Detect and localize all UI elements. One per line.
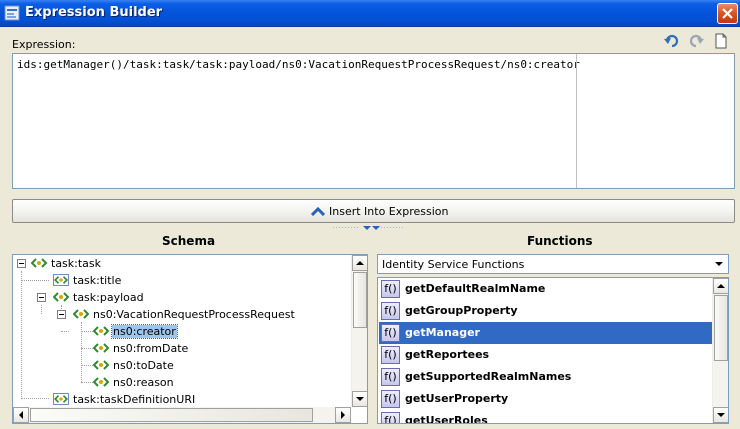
insert-button-label: Insert Into Expression xyxy=(329,205,449,218)
window-title: Expression Builder xyxy=(25,5,163,20)
function-item[interactable]: f() getReportees xyxy=(379,344,713,366)
tree-node-selected[interactable]: ns0:creator xyxy=(13,323,349,340)
function-icon: f() xyxy=(381,346,400,364)
function-label: getUserProperty xyxy=(405,392,509,405)
function-icon: f() xyxy=(381,368,400,386)
function-label: getDefaultRealmName xyxy=(405,282,546,295)
expression-margin-divider xyxy=(576,54,577,188)
function-label: getGroupProperty xyxy=(405,304,518,317)
title-bar: Expression Builder xyxy=(0,0,740,27)
xml-element-icon xyxy=(31,258,47,268)
collapse-toggle[interactable] xyxy=(37,293,46,302)
scroll-right-button[interactable] xyxy=(335,407,351,423)
function-item[interactable]: f() getSupportedRealmNames xyxy=(379,366,713,388)
chevron-down-icon xyxy=(356,397,364,401)
xml-element-icon xyxy=(93,326,109,336)
tree-node[interactable]: task:title xyxy=(13,272,349,289)
xml-element-icon xyxy=(53,393,69,405)
expression-value: ids:getManager()/task:task/task:payload/… xyxy=(17,58,580,71)
functions-vertical-scrollbar[interactable] xyxy=(712,278,728,423)
function-item[interactable]: f() getGroupProperty xyxy=(379,300,713,322)
schema-tree[interactable]: task:task task:title task:payload ns0:Va… xyxy=(12,254,368,424)
close-icon xyxy=(722,8,733,19)
chevron-up-icon xyxy=(311,206,325,216)
insert-into-expression-button[interactable]: Insert Into Expression xyxy=(12,199,735,223)
xml-element-icon xyxy=(53,274,69,286)
function-label: getReportees xyxy=(405,348,490,361)
tree-node[interactable]: task:payload xyxy=(13,289,349,306)
expression-label: Expression: xyxy=(12,38,76,51)
schema-vertical-scrollbar[interactable] xyxy=(351,255,367,407)
functions-heading: Functions xyxy=(527,234,593,248)
function-icon: f() xyxy=(381,412,400,423)
chevron-up-icon xyxy=(356,261,364,265)
redo-icon[interactable] xyxy=(688,33,704,49)
tree-node[interactable]: task:task xyxy=(13,255,349,272)
scroll-thumb[interactable] xyxy=(353,272,367,328)
close-button[interactable] xyxy=(717,3,738,24)
scroll-left-button[interactable] xyxy=(13,407,29,423)
function-item-selected[interactable]: f() getManager xyxy=(379,322,713,344)
clear-document-icon[interactable] xyxy=(713,33,729,49)
tree-node[interactable]: ns0:toDate xyxy=(13,357,349,374)
schema-heading: Schema xyxy=(162,234,216,248)
tree-node-label: task:taskDefinitionURI xyxy=(73,393,196,406)
collapse-toggle[interactable] xyxy=(17,259,26,268)
function-icon: f() xyxy=(381,324,400,342)
function-category-select[interactable]: Identity Service Functions xyxy=(377,254,729,274)
xml-element-icon xyxy=(53,292,69,302)
function-icon: f() xyxy=(381,390,400,408)
chevron-left-icon xyxy=(19,411,23,419)
tree-node-label: ns0:reason xyxy=(113,376,174,389)
tree-node-label: task:payload xyxy=(73,291,144,304)
xml-element-icon xyxy=(93,377,109,387)
xml-element-icon xyxy=(73,309,89,319)
chevron-down-icon[interactable] xyxy=(711,256,727,272)
scroll-up-button[interactable] xyxy=(352,255,367,271)
chevron-up-icon xyxy=(717,284,725,288)
tree-node-label: task:task xyxy=(51,257,102,270)
expression-textarea[interactable]: ids:getManager()/task:task/task:payload/… xyxy=(12,53,735,189)
scroll-thumb[interactable] xyxy=(714,295,728,361)
undo-icon[interactable] xyxy=(664,33,680,49)
function-item[interactable]: f() getUserRoles xyxy=(379,410,713,424)
xml-element-icon xyxy=(93,343,109,353)
tree-node-label: ns0:fromDate xyxy=(113,342,189,355)
tree-node[interactable]: ns0:reason xyxy=(13,374,349,391)
tree-node[interactable]: ns0:fromDate xyxy=(13,340,349,357)
tree-node-label: ns0:VacationRequestProcessRequest xyxy=(93,308,295,321)
tree-node-label: ns0:toDate xyxy=(113,359,174,372)
collapse-toggle[interactable] xyxy=(57,310,66,319)
xml-element-icon xyxy=(93,360,109,370)
scroll-up-button[interactable] xyxy=(713,278,728,294)
scroll-thumb[interactable] xyxy=(30,408,313,422)
function-category-value: Identity Service Functions xyxy=(382,258,525,271)
scroll-down-button[interactable] xyxy=(352,391,367,407)
function-label: getSupportedRealmNames xyxy=(405,370,572,383)
function-item[interactable]: f() getDefaultRealmName xyxy=(379,278,713,300)
chevron-right-icon xyxy=(341,411,345,419)
function-icon: f() xyxy=(381,302,400,320)
function-label: getManager xyxy=(405,326,480,339)
functions-list[interactable]: f() getDefaultRealmName f() getGroupProp… xyxy=(377,277,729,424)
function-item[interactable]: f() getUserProperty xyxy=(379,388,713,410)
tree-node[interactable]: ns0:VacationRequestProcessRequest xyxy=(13,306,349,323)
tree-node-label: task:title xyxy=(73,274,122,287)
scroll-down-button[interactable] xyxy=(713,407,728,423)
schema-horizontal-scrollbar[interactable] xyxy=(13,407,351,423)
chevron-down-icon xyxy=(717,413,725,417)
tree-node-label: ns0:creator xyxy=(111,324,178,339)
expression-builder-app-icon xyxy=(4,5,20,21)
function-icon: f() xyxy=(381,280,400,298)
tree-node[interactable]: task:taskDefinitionURI xyxy=(13,391,349,408)
function-label: getUserRoles xyxy=(405,414,488,424)
splitter-handle[interactable] xyxy=(333,226,408,232)
